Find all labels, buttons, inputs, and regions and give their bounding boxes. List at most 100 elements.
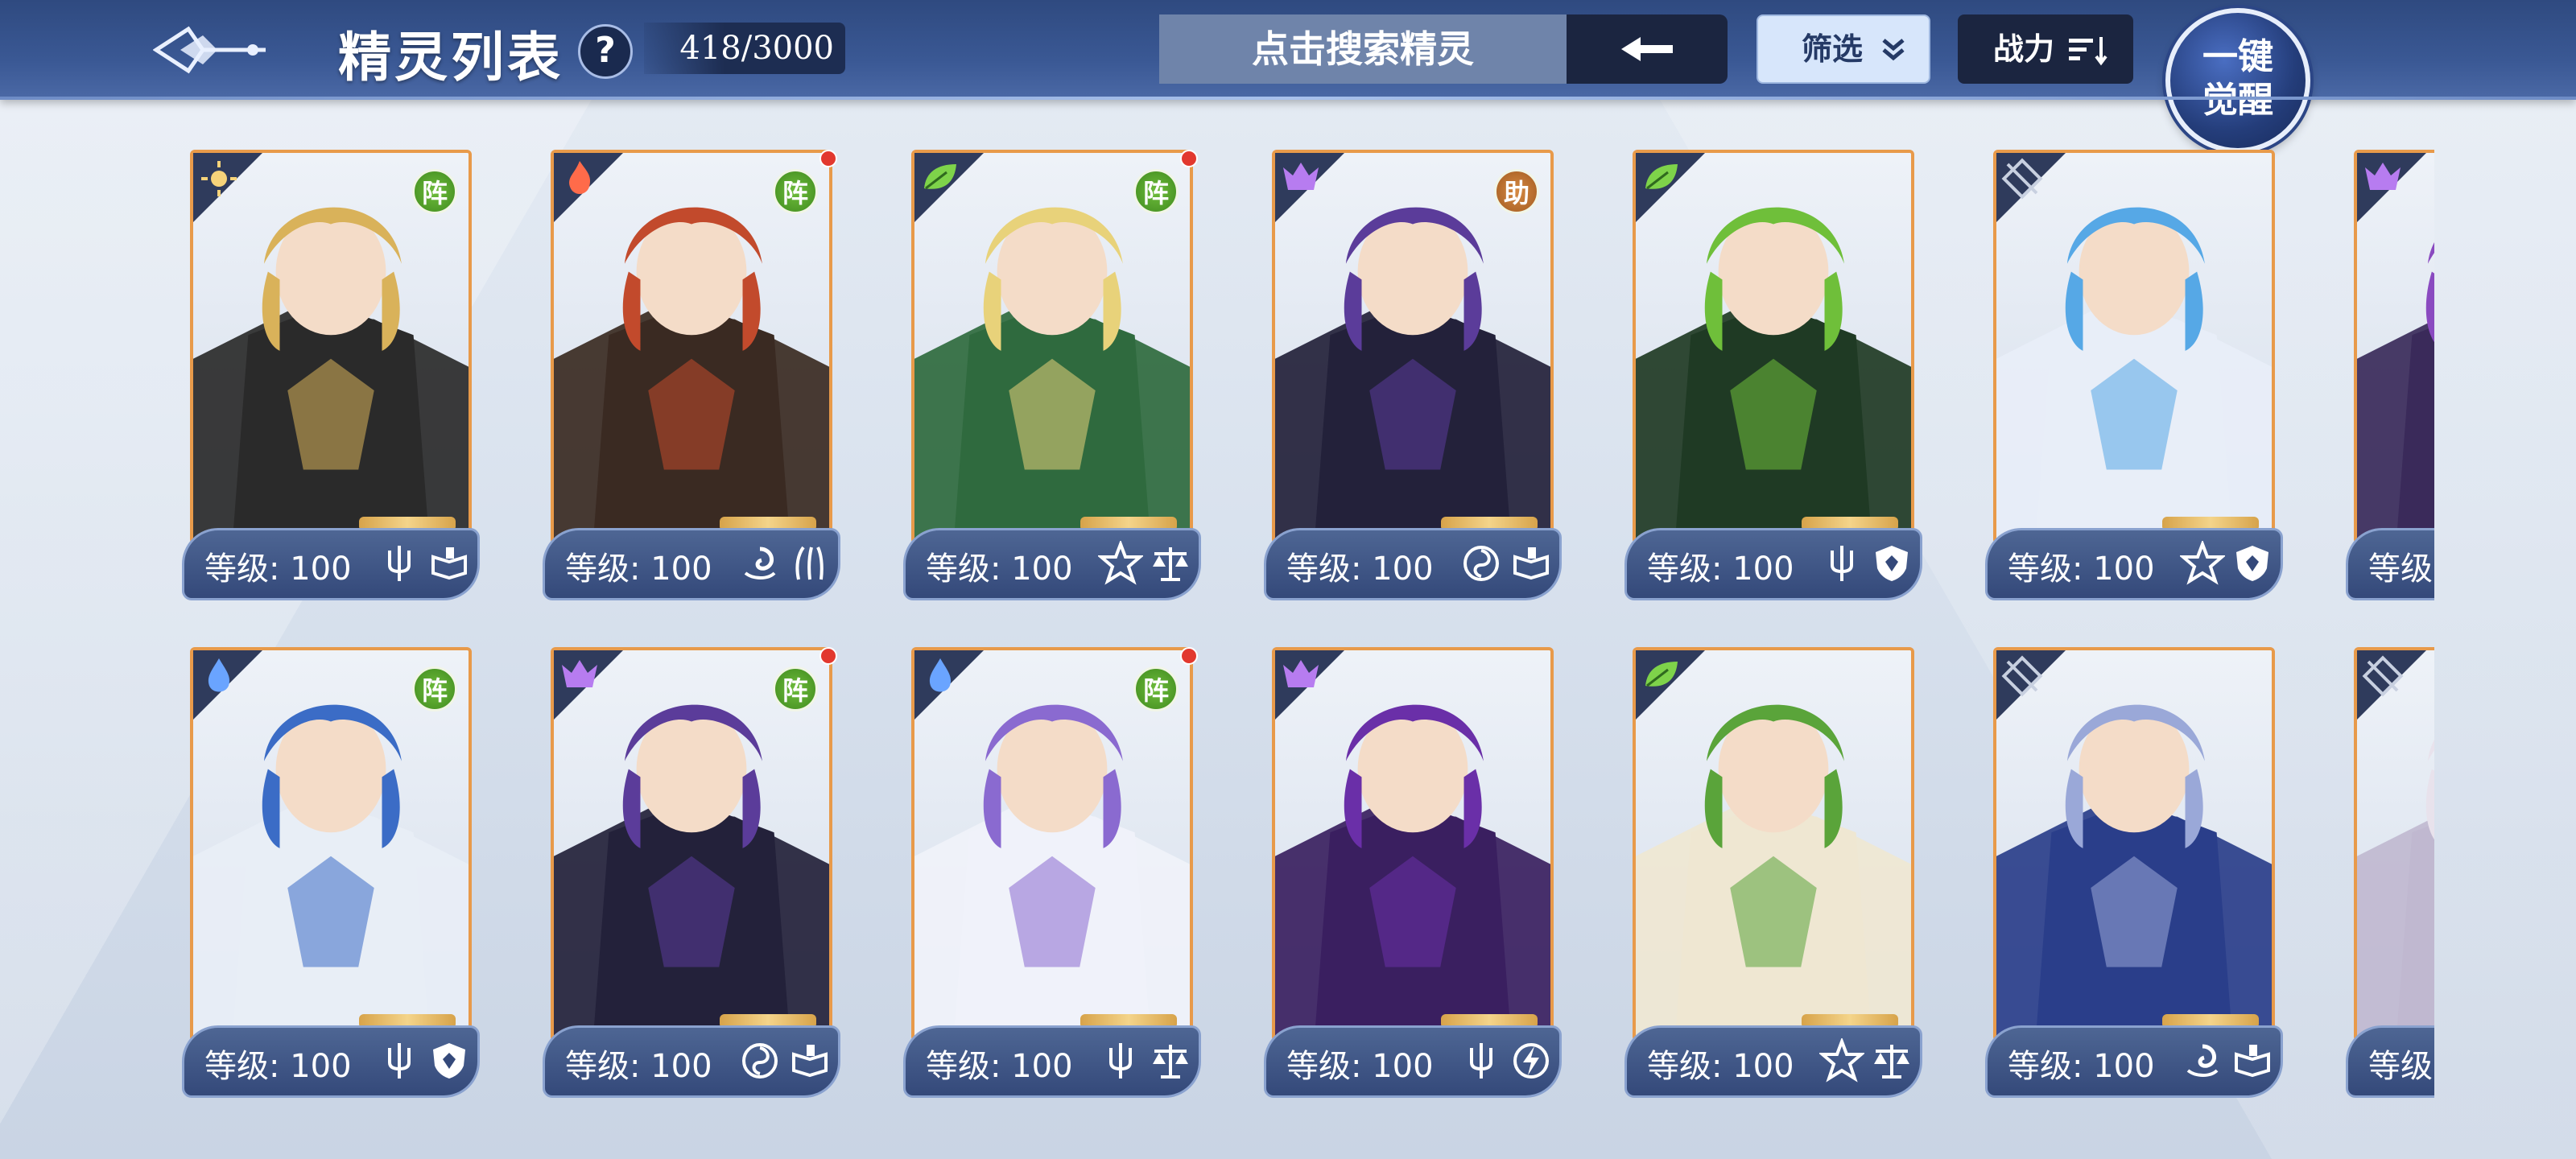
scale-icon: [1153, 547, 1188, 581]
spirit-portrait: [1633, 647, 1914, 1041]
neutral-icon: [2001, 158, 2043, 200]
spirit-card[interactable]: 等级: 100: [1624, 150, 1922, 600]
level-label: 等级: 100: [565, 1048, 712, 1085]
water-icon: [929, 658, 952, 692]
dark-icon: [562, 660, 597, 687]
character-art: [1996, 153, 2272, 541]
chevron-double-down-icon: [1882, 39, 1905, 61]
fire-icon: [569, 161, 591, 194]
spirit-card[interactable]: 阵等级: 100: [182, 150, 480, 600]
level-label: 等级: 100: [204, 1048, 352, 1085]
shield-icon: [1876, 546, 1908, 581]
spirit-card[interactable]: 等级: 100: [1624, 647, 1922, 1098]
filter-label: 筛选: [1802, 31, 1864, 67]
clear-search-button[interactable]: [1567, 14, 1728, 84]
shield-icon: [2236, 546, 2268, 581]
help-button[interactable]: ?: [578, 24, 633, 79]
sort-icon: [2069, 37, 2107, 66]
awaken-line-1: 一键: [2202, 36, 2273, 77]
book-icon: [2235, 1045, 2270, 1078]
character-art: [2357, 153, 2434, 541]
notification-dot: [819, 150, 837, 167]
star-icon: [1098, 541, 1143, 585]
search-spirit-input[interactable]: 点击搜索精灵: [1159, 14, 1567, 84]
back-button[interactable]: [152, 18, 274, 82]
one-click-awaken-button[interactable]: 一键 觉醒: [2165, 8, 2310, 153]
level-label: 等级: 100: [926, 1048, 1073, 1085]
spirit-card[interactable]: 阵等级: 100: [182, 647, 480, 1098]
spirit-card[interactable]: 阵等级: 100: [903, 150, 1201, 600]
spirit-card[interactable]: 阵等级: 100: [903, 647, 1201, 1098]
character-art: [2357, 650, 2434, 1038]
spirit-card[interactable]: 等级: 100: [1264, 647, 1562, 1098]
formation-badge: 阵: [412, 666, 457, 711]
grass-icon: [1645, 164, 1678, 190]
character-art: [1636, 153, 1911, 541]
spirit-card[interactable]: 阵等级: 100: [543, 647, 840, 1098]
book-icon: [792, 1045, 828, 1078]
vortex-icon: [742, 1043, 778, 1079]
spirit-portrait: [1272, 647, 1554, 1041]
notification-dot: [1180, 150, 1198, 167]
water-icon: [208, 658, 230, 692]
level-label: 等级: 100: [565, 551, 712, 588]
grass-icon: [1645, 662, 1678, 687]
sort-power-button[interactable]: 战力: [1958, 14, 2133, 84]
back-emblem-icon: [152, 26, 266, 74]
spirit-card[interactable]: 助等级: 100: [1264, 150, 1562, 600]
dark-icon: [1283, 660, 1319, 687]
shield-icon: [433, 1043, 465, 1079]
page-title: 精灵列表: [338, 26, 564, 89]
vortex-icon: [1463, 546, 1499, 581]
book-icon: [1513, 547, 1549, 580]
level-label: 等级: 100: [1286, 551, 1434, 588]
level-label: 等级: 100: [1647, 551, 1794, 588]
formation-badge: 阵: [773, 666, 818, 711]
awaken-line-2: 觉醒: [2202, 80, 2273, 121]
level-label: 等级: 100: [1286, 1048, 1434, 1085]
spirit-card[interactable]: 等级: 100: [1985, 647, 2283, 1098]
notification-dot: [1180, 647, 1198, 665]
star-icon: [1819, 1038, 1864, 1083]
level-label: 等级: 100: [204, 551, 352, 588]
notification-dot: [819, 647, 837, 665]
filter-button[interactable]: 筛选: [1757, 14, 1930, 84]
character-art: [1996, 650, 2272, 1038]
level-label: 等级: 100: [1647, 1048, 1794, 1085]
formation-badge: 阵: [1133, 666, 1179, 711]
bolt-icon: [1513, 1043, 1549, 1079]
book-icon: [431, 547, 467, 580]
spirit-card[interactable]: 等级: [2346, 647, 2434, 1098]
character-art: [1275, 650, 1550, 1038]
swirl-icon: [744, 547, 776, 580]
sort-label: 战力: [1993, 31, 2055, 67]
spirit-card[interactable]: 等级: 100: [1985, 150, 2283, 600]
fork-icon: [1109, 1043, 1132, 1079]
level-label: 等级: [2368, 551, 2433, 588]
dark-icon: [2365, 163, 2401, 190]
scale-icon: [1153, 1045, 1188, 1079]
light-icon: [201, 161, 237, 196]
spirit-card[interactable]: 阵等级: 100: [543, 150, 840, 600]
level-label: 等级: 100: [2008, 551, 2155, 588]
spirit-portrait: [1993, 150, 2275, 544]
neutral-icon: [2001, 655, 2043, 697]
formation-badge: 阵: [773, 169, 818, 214]
star-icon: [2180, 541, 2225, 585]
spirit-card[interactable]: 等级: [2346, 150, 2434, 600]
arrow-left-icon: [1621, 37, 1673, 61]
fork-icon: [388, 546, 411, 581]
fork-icon: [388, 1043, 411, 1079]
formation-badge: 阵: [412, 169, 457, 214]
spirit-portrait: [1993, 647, 2275, 1041]
spirit-count: 418/3000: [644, 23, 845, 74]
top-bar: 精灵列表 ? 418/3000 点击搜索精灵 筛选 战力 一键 觉醒: [0, 0, 2576, 153]
swirl-icon: [2186, 1044, 2219, 1077]
claw-icon: [795, 546, 824, 580]
formation-badge: 助: [1494, 169, 1539, 214]
dark-icon: [1283, 163, 1319, 190]
level-label: 等级: [2368, 1048, 2433, 1085]
level-label: 等级: 100: [2008, 1048, 2155, 1085]
fork-icon: [1831, 546, 1853, 581]
formation-badge: 阵: [1133, 169, 1179, 214]
